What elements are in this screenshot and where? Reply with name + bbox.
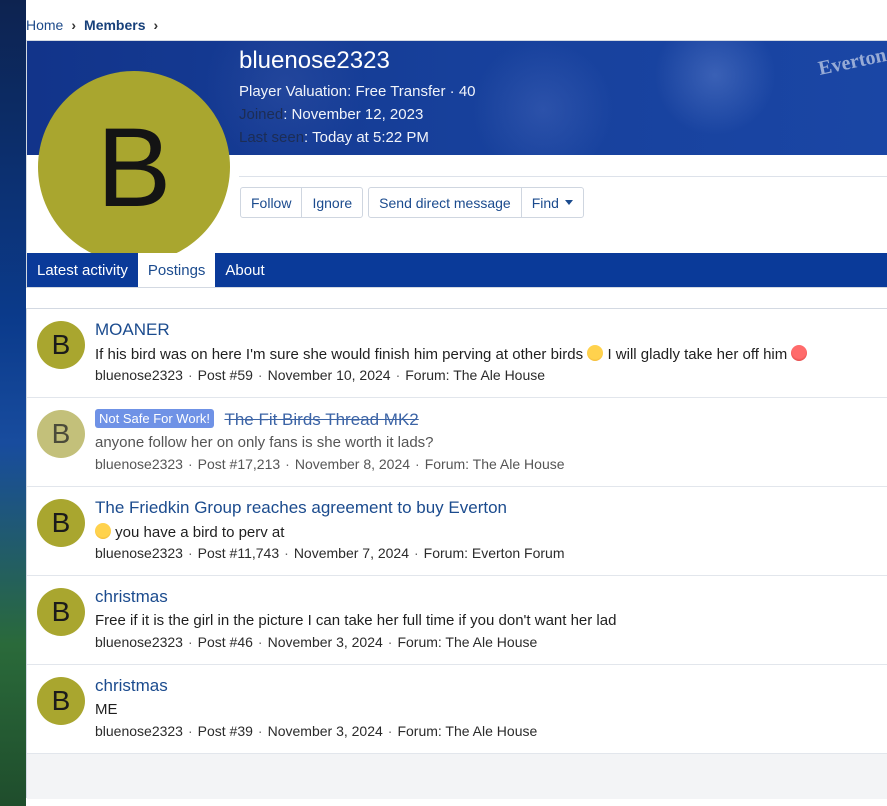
chevron-right-icon: ›: [71, 17, 77, 33]
post-date: November 3, 2024: [267, 634, 383, 650]
page: Home › Members › Everton B bluenose2323 …: [26, 0, 887, 806]
laughing-emoji-icon: [587, 345, 604, 361]
avatar[interactable]: B: [37, 410, 85, 458]
post-number: Post #39: [197, 723, 253, 739]
post-snippet: anyone follow her on only fans is she wo…: [95, 434, 434, 451]
post-title-line: Not Safe For Work! The Fit Birds Thread …: [95, 409, 419, 430]
post-author[interactable]: bluenose2323: [95, 456, 183, 472]
last-seen-line: Last seen: Today at 5:22 PM: [239, 129, 429, 146]
tab-about[interactable]: About: [215, 253, 274, 287]
post-number: Post #11,743: [197, 545, 280, 561]
post-title[interactable]: christmas: [95, 587, 168, 607]
background-strip: [0, 0, 26, 806]
profile-card: Everton B bluenose2323 Player Valuation:…: [26, 40, 887, 288]
post-forum[interactable]: Forum: The Ale House: [397, 634, 537, 650]
post-number: Post #46: [197, 634, 253, 650]
avatar[interactable]: B: [37, 677, 85, 725]
profile-username: bluenose2323: [239, 47, 390, 74]
post-title[interactable]: christmas: [95, 676, 168, 696]
caret-down-icon: [564, 200, 573, 205]
message-find-group: Send direct message Find: [368, 187, 584, 218]
avatar[interactable]: B: [37, 499, 85, 547]
post-snippet: you have a bird to perv at: [95, 523, 284, 541]
avatar[interactable]: B: [38, 71, 230, 263]
post-title[interactable]: The Friedkin Group reaches agreement to …: [95, 498, 507, 518]
post-meta: bluenose2323 · Post #11,743 · November 7, 20…: [95, 545, 565, 561]
last-seen-label: Last seen: [239, 129, 305, 146]
laughing-emoji-icon: [95, 523, 111, 539]
list-item: B christmas Free if it is the girl in th…: [27, 576, 887, 665]
postings-list: B MOANER If his bird was on here I'm sur…: [26, 308, 887, 799]
post-meta: bluenose2323 · Post #17,213 · November 8, 20…: [95, 456, 565, 472]
post-author[interactable]: bluenose2323: [95, 723, 183, 739]
post-meta: bluenose2323 · Post #59 · November 10, 2024 ·…: [95, 367, 546, 383]
post-date: November 7, 2024: [293, 545, 409, 561]
divider: [239, 176, 887, 177]
angry-emoji-icon: [791, 345, 808, 361]
last-seen-value: Today at 5:22 PM: [312, 129, 429, 146]
list-item: B Not Safe For Work! The Fit Birds Threa…: [27, 398, 887, 487]
profile-tabs: Latest activity Postings About: [27, 253, 887, 287]
joined-label: Joined: [239, 106, 284, 123]
follow-button[interactable]: Follow: [241, 188, 303, 217]
post-date: November 10, 2024: [267, 367, 391, 383]
post-title[interactable]: The Fit Birds Thread MK2: [224, 410, 418, 429]
post-author[interactable]: bluenose2323: [95, 545, 183, 561]
post-meta: bluenose2323 · Post #39 · November 3, 2024 · F…: [95, 723, 538, 739]
post-author[interactable]: bluenose2323: [95, 367, 183, 383]
follow-ignore-group: Follow Ignore: [240, 187, 364, 218]
post-author[interactable]: bluenose2323: [95, 634, 183, 650]
post-forum[interactable]: Forum: The Ale House: [425, 456, 565, 472]
post-snippet: ME: [95, 701, 118, 718]
profile-actions: Follow Ignore Send direct message Find: [240, 187, 584, 218]
player-valuation: Player Valuation: Free Transfer · 40: [239, 83, 476, 100]
post-forum[interactable]: Forum: Everton Forum: [424, 545, 565, 561]
find-label: Find: [531, 194, 559, 211]
breadcrumb: Home › Members ›: [26, 15, 158, 35]
avatar[interactable]: B: [37, 588, 85, 636]
chevron-right-icon: ›: [153, 17, 159, 33]
post-forum[interactable]: Forum: The Ale House: [397, 723, 537, 739]
post-snippet: If his bird was on here I'm sure she wou…: [95, 345, 808, 363]
post-snippet: Free if it is the girl in the picture I …: [95, 612, 617, 629]
tab-postings[interactable]: Postings: [137, 253, 216, 287]
post-number: Post #59: [197, 367, 253, 383]
snippet-text-b: I will gladly take her off him: [607, 346, 788, 363]
find-button[interactable]: Find: [522, 188, 583, 217]
list-item: B The Friedkin Group reaches agreement t…: [27, 487, 887, 576]
snippet-text-a: If his bird was on here I'm sure she wou…: [95, 346, 584, 363]
post-forum[interactable]: Forum: The Ale House: [405, 367, 545, 383]
post-number: Post #17,213: [197, 456, 281, 472]
banner-decoration: Everton: [816, 44, 887, 80]
list-footer: [27, 754, 887, 799]
nsfw-badge: Not Safe For Work!: [95, 409, 215, 428]
tab-latest-activity[interactable]: Latest activity: [27, 253, 138, 287]
post-date: November 8, 2024: [294, 456, 411, 472]
avatar[interactable]: B: [37, 321, 85, 369]
ignore-button[interactable]: Ignore: [302, 188, 362, 217]
snippet-text: you have a bird to perv at: [115, 524, 285, 541]
joined-line: Joined: November 12, 2023: [239, 106, 424, 123]
breadcrumb-home[interactable]: Home: [26, 17, 63, 33]
breadcrumb-members[interactable]: Members: [84, 17, 145, 33]
post-date: November 3, 2024: [267, 723, 383, 739]
joined-value: November 12, 2023: [291, 106, 424, 123]
send-direct-message-button[interactable]: Send direct message: [369, 188, 522, 217]
post-meta: bluenose2323 · Post #46 · November 3, 2024 · F…: [95, 634, 538, 650]
post-title[interactable]: MOANER: [95, 320, 170, 340]
list-item: B MOANER If his bird was on here I'm sur…: [27, 309, 887, 398]
list-item: B christmas ME bluenose2323 · Post #39 · Nov…: [27, 665, 887, 754]
